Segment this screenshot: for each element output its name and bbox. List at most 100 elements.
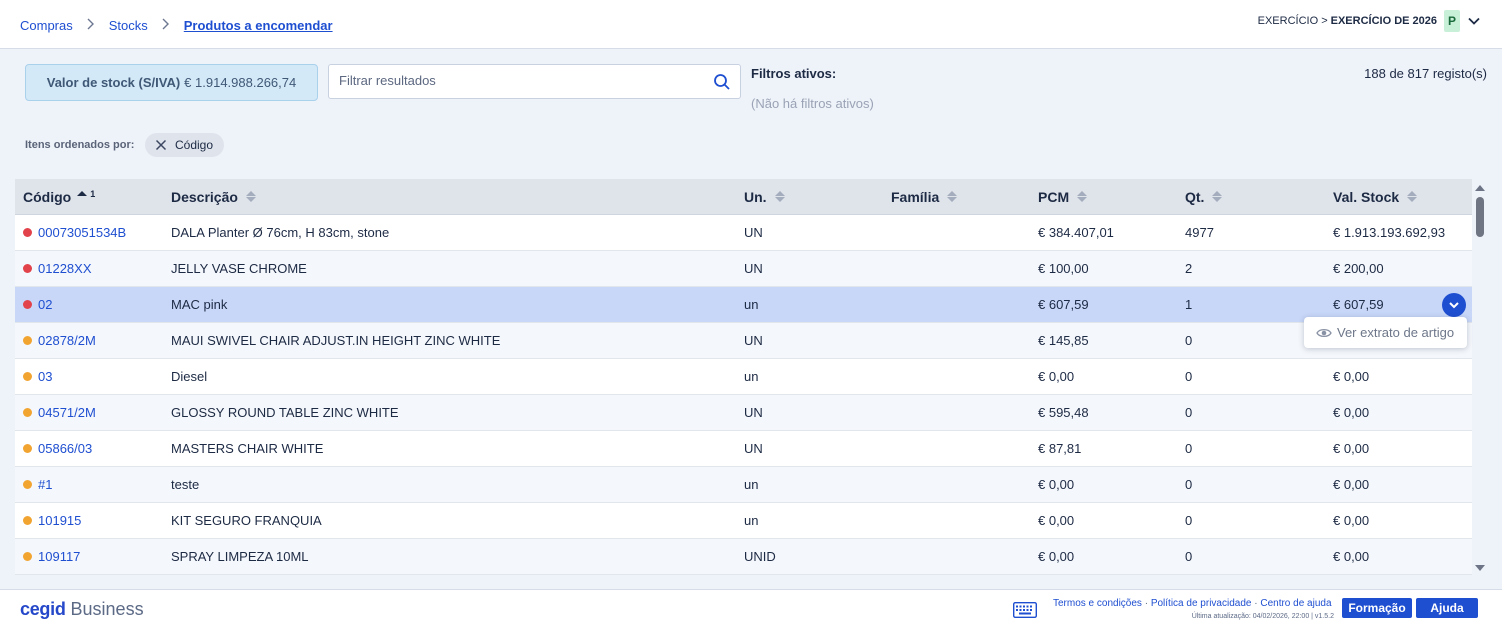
item-code-link[interactable]: 03	[38, 369, 52, 384]
item-code-link[interactable]: 05866/03	[38, 441, 92, 456]
chevron-down-icon	[1449, 302, 1459, 309]
exercise-selector[interactable]: EXERCÍCIO > EXERCÍCIO DE 2026 P	[1258, 10, 1480, 32]
cell-qt: 0	[1185, 405, 1193, 420]
profile-badge[interactable]: P	[1444, 10, 1460, 32]
table-row[interactable]: 00073051534B DALA Planter Ø 76cm, H 83cm,…	[15, 215, 1472, 251]
table-row[interactable]: 05866/03 MASTERS CHAIR WHITE UN € 87,81 0 € 0…	[15, 431, 1472, 467]
scroll-down-icon[interactable]	[1475, 565, 1485, 571]
item-code-link[interactable]: 109117	[38, 549, 80, 564]
vertical-scrollbar[interactable]	[1473, 179, 1487, 575]
item-code-link[interactable]: #1	[38, 477, 52, 492]
cell-un: un	[744, 513, 759, 528]
stock-value-amount: € 1.914.988.266,74	[184, 75, 297, 90]
scroll-thumb[interactable]	[1476, 197, 1484, 237]
table-row[interactable]: 02 MAC pink un € 607,59 1 € 607,59	[15, 287, 1472, 323]
logo-brand: cegid	[20, 599, 66, 619]
col-header-label: Val. Stock	[1333, 188, 1400, 205]
breadcrumb-current[interactable]: Produtos a encomendar	[184, 18, 333, 33]
col-header-val-stock[interactable]: Val. Stock	[1325, 189, 1472, 205]
ordered-by-label: Itens ordenados por:	[25, 139, 135, 151]
training-button[interactable]: Formação	[1342, 598, 1412, 618]
sort-icon	[947, 191, 958, 202]
help-center-link[interactable]: Centro de ajuda	[1260, 598, 1331, 609]
search-box[interactable]	[328, 64, 741, 99]
status-dot-icon	[23, 336, 32, 345]
col-header-pcm[interactable]: PCM	[1030, 189, 1177, 205]
breadcrumb-compras[interactable]: Compras	[20, 18, 73, 33]
col-header-descricao[interactable]: Descrição	[163, 189, 736, 205]
status-dot-icon	[23, 228, 32, 237]
cell-val: € 0,00	[1333, 477, 1370, 492]
view-item-statement[interactable]: Ver extrato de artigo	[1337, 325, 1454, 340]
table-row[interactable]: 04571/2M GLOSSY ROUND TABLE ZINC WHITE UN €…	[15, 395, 1472, 431]
cell-val: € 0,00	[1333, 369, 1370, 384]
status-dot-icon	[23, 264, 32, 273]
cell-pcm: € 0,00	[1038, 549, 1075, 564]
table-row[interactable]: 02878/2M MAUI SWIVEL CHAIR ADJUST.IN HEIG…	[15, 323, 1472, 359]
cell-pcm: € 87,81	[1038, 441, 1082, 456]
row-context-menu[interactable]: Ver extrato de artigo	[1304, 317, 1467, 348]
col-header-codigo[interactable]: Código 1	[15, 189, 163, 205]
active-filters-empty: (Não há filtros ativos)	[751, 96, 874, 111]
table-row[interactable]: 109117 SPRAY LIMPEZA 10ML UNID € 0,00 0 € 0,0…	[15, 539, 1472, 575]
breadcrumb-stocks[interactable]: Stocks	[109, 18, 148, 33]
cell-qt: 1	[1185, 297, 1193, 312]
exercise-value: EXERCÍCIO DE 2026	[1330, 15, 1437, 27]
item-code-link[interactable]: 01228XX	[38, 261, 92, 276]
cell-pcm: € 0,00	[1038, 369, 1075, 384]
col-header-qt[interactable]: Qt.	[1177, 189, 1325, 205]
cell-pcm: € 0,00	[1038, 513, 1075, 528]
search-input[interactable]	[339, 73, 699, 88]
stock-value-box: Valor de stock (S/IVA) € 1.914.988.266,7…	[25, 64, 318, 101]
cell-qt: 0	[1185, 513, 1193, 528]
cell-un: UN	[744, 333, 763, 348]
cell-un: UN	[744, 405, 763, 420]
cell-desc: KIT SEGURO FRANQUIA	[171, 513, 322, 528]
item-code-link[interactable]: 02	[38, 297, 52, 312]
cell-desc: GLOSSY ROUND TABLE ZINC WHITE	[171, 405, 399, 420]
cell-val: € 0,00	[1333, 405, 1370, 420]
cegid-logo: cegid Business	[20, 599, 144, 620]
sort-chip[interactable]: Código	[145, 133, 225, 157]
close-icon[interactable]	[155, 139, 167, 151]
table-row[interactable]: #1 teste un € 0,00 0 € 0,00	[15, 467, 1472, 503]
top-bar: Compras Stocks Produtos a encomendar EXE…	[0, 0, 1502, 49]
logo-product: Business	[70, 599, 144, 619]
cell-desc: DALA Planter Ø 76cm, H 83cm, stone	[171, 225, 390, 240]
status-dot-icon	[23, 408, 32, 417]
terms-link[interactable]: Termos e condições	[1053, 598, 1142, 609]
cell-desc: JELLY VASE CHROME	[171, 261, 307, 276]
active-filters-title: Filtros ativos:	[751, 66, 837, 81]
table-row[interactable]: 01228XX JELLY VASE CHROME UN € 100,00 2 € 200…	[15, 251, 1472, 287]
search-icon[interactable]	[713, 73, 731, 91]
item-code-link[interactable]: 00073051534B	[38, 225, 126, 240]
item-code-link[interactable]: 101915	[38, 513, 81, 528]
cell-qt: 0	[1185, 369, 1193, 384]
cell-un: un	[744, 369, 759, 384]
row-actions-button[interactable]	[1442, 293, 1466, 317]
table-row[interactable]: 101915 KIT SEGURO FRANQUIA un € 0,00 0 € 0,00	[15, 503, 1472, 539]
cell-code: 02	[15, 297, 163, 312]
breadcrumb: Compras Stocks Produtos a encomendar	[20, 17, 333, 33]
sort-icon	[774, 191, 785, 202]
chevron-right-icon	[73, 17, 109, 33]
chevron-down-icon[interactable]	[1468, 15, 1480, 27]
table-row[interactable]: 03 Diesel un € 0,00 0 € 0,00	[15, 359, 1472, 395]
help-button[interactable]: Ajuda	[1416, 598, 1478, 618]
item-code-link[interactable]: 04571/2M	[38, 405, 96, 420]
scroll-up-icon[interactable]	[1475, 185, 1485, 191]
col-header-familia[interactable]: Família	[883, 189, 1030, 205]
keyboard-icon[interactable]	[1013, 602, 1037, 618]
item-code-link[interactable]: 02878/2M	[38, 333, 96, 348]
cell-desc: MAC pink	[171, 297, 228, 312]
privacy-link[interactable]: Política de privacidade	[1151, 598, 1252, 609]
table-body: 00073051534B DALA Planter Ø 76cm, H 83cm,…	[15, 215, 1472, 575]
col-header-un[interactable]: Un.	[736, 189, 883, 205]
cell-qt: 0	[1185, 549, 1193, 564]
cell-pcm: € 384.407,01	[1038, 225, 1114, 240]
last-updated: Última atualização: 04/02/2026, 22:00 | …	[1191, 613, 1334, 620]
cell-desc: MAUI SWIVEL CHAIR ADJUST.IN HEIGHT ZINC …	[171, 333, 501, 348]
cell-qt: 0	[1185, 441, 1193, 456]
cell-pcm: € 100,00	[1038, 261, 1089, 276]
record-count: 188 de 817 registo(s)	[1364, 66, 1487, 81]
